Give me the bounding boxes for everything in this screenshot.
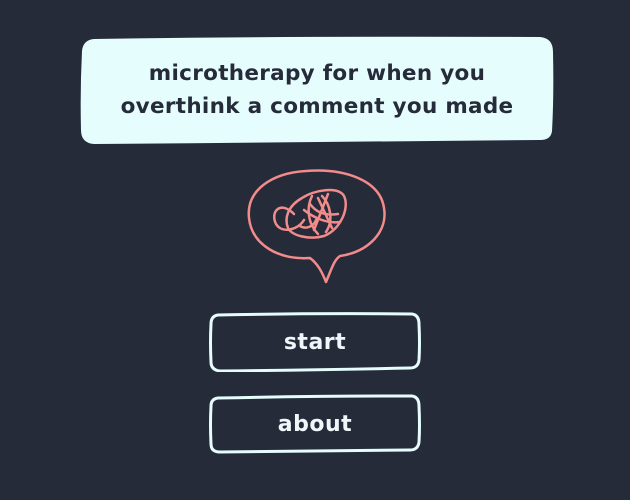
game-title-line-2: overthink a comment you made (120, 94, 514, 119)
start-button-label: start (283, 329, 347, 355)
about-button-label: about (277, 411, 353, 437)
game-title: microtherapy for when you overthink a co… (80, 36, 554, 144)
title-card: microtherapy for when you overthink a co… (80, 36, 554, 144)
scribble-speech-bubble-icon (244, 168, 390, 288)
game-title-line-1: microtherapy for when you (148, 61, 486, 86)
about-button[interactable]: about (208, 394, 422, 454)
start-button[interactable]: start (208, 312, 422, 372)
